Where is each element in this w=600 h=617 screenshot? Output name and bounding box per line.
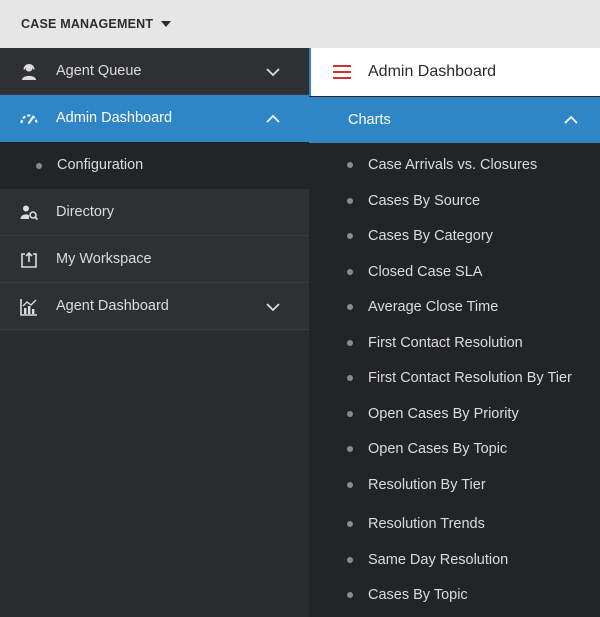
chart-item-label: Resolution Trends	[368, 516, 485, 532]
app-switcher[interactable]: CASE MANAGEMENT	[21, 16, 172, 32]
caret-down-icon	[161, 21, 172, 27]
chart-item-label: First Contact Resolution By Tier	[368, 370, 572, 386]
chart-item-label: Closed Case SLA	[368, 263, 483, 280]
hamburger-menu-icon[interactable]	[333, 65, 351, 79]
sidebar-item-agent-queue[interactable]: Agent Queue	[0, 48, 309, 95]
bullet-icon	[36, 163, 42, 169]
chart-item-label: Resolution By Tier	[368, 476, 486, 493]
chart-item[interactable]: Closed Case SLA	[309, 258, 600, 288]
chart-item-label: Cases By Category	[368, 228, 493, 244]
chart-item-label: Case Arrivals vs. Closures	[368, 157, 538, 173]
sidebar-item-directory[interactable]: Directory	[0, 189, 309, 236]
sidebar-item-label: Agent Queue	[56, 63, 142, 79]
panel-header: Admin Dashboard	[309, 48, 600, 96]
chart-item-label: Open Cases By Topic	[368, 441, 508, 457]
chart-item[interactable]: Cases By Source	[309, 187, 600, 217]
chevron-up-icon	[266, 114, 280, 123]
chevron-up-icon	[564, 115, 578, 124]
bullet-icon	[347, 233, 353, 239]
chart-item-label: Cases By Source	[368, 192, 481, 209]
panel-title: Admin Dashboard	[368, 63, 497, 80]
chart-item[interactable]: First Contact Resolution By Tier	[309, 364, 600, 394]
chart-item-label: Average Close Time	[368, 299, 499, 315]
section-header-charts[interactable]: Charts	[309, 97, 600, 143]
workspace-icon	[21, 251, 37, 268]
app-title: CASE MANAGEMENT	[21, 17, 154, 31]
chart-item[interactable]: Cases By Topic	[309, 581, 600, 611]
sidebar-item-admin-dashboard[interactable]: Admin Dashboard	[0, 95, 309, 142]
sidebar-subitem-configuration[interactable]: Configuration	[0, 142, 309, 189]
chart-item[interactable]: Same Day Resolution	[309, 546, 600, 576]
analytics-icon	[20, 299, 37, 316]
speedometer-icon	[20, 114, 38, 124]
bullet-icon	[347, 375, 353, 381]
chart-item[interactable]: Resolution Trends	[309, 510, 600, 540]
bullet-icon	[347, 592, 353, 598]
agent-icon	[22, 64, 36, 80]
sidebar-item-label: Agent Dashboard	[56, 298, 169, 314]
person-search-icon	[20, 205, 39, 221]
bullet-icon	[347, 521, 353, 527]
sidebar: Agent Queue Admin Dashboard Configuratio…	[0, 48, 309, 617]
sidebar-item-label: Admin Dashboard	[56, 110, 173, 126]
chart-item[interactable]: Average Close Time	[309, 293, 600, 323]
chart-item[interactable]: Resolution By Tier	[309, 471, 600, 501]
bullet-icon	[347, 339, 353, 346]
sidebar-subitem-label: Configuration	[57, 157, 144, 173]
chart-item[interactable]: Cases By Category	[309, 222, 600, 252]
chevron-down-icon	[266, 303, 280, 312]
bullet-icon	[347, 162, 353, 168]
sidebar-item-label: My Workspace	[56, 251, 152, 267]
bullet-icon	[347, 268, 353, 275]
sidebar-item-my-workspace[interactable]: My Workspace	[0, 236, 309, 283]
chart-item-label: Same Day Resolution	[368, 551, 509, 568]
bullet-icon	[347, 556, 353, 563]
chart-item-label: First Contact Resolution	[368, 334, 523, 351]
chart-item-label: Open Cases By Priority	[368, 405, 519, 422]
chart-item[interactable]: Open Cases By Topic	[309, 435, 600, 465]
bullet-icon	[347, 197, 353, 204]
chart-item[interactable]: Case Arrivals vs. Closures	[309, 151, 600, 181]
chart-item[interactable]: First Contact Resolution	[309, 329, 600, 359]
section-label: Charts	[348, 112, 391, 128]
bullet-icon	[347, 304, 353, 310]
top-bar: CASE MANAGEMENT	[0, 0, 600, 48]
sidebar-item-label: Directory	[56, 204, 115, 220]
bullet-icon	[347, 446, 353, 452]
chart-item[interactable]: Open Cases By Priority	[309, 400, 600, 430]
chevron-down-icon	[266, 68, 280, 77]
bullet-icon	[347, 410, 353, 417]
chart-item-label: Cases By Topic	[368, 587, 468, 603]
sidebar-item-agent-dashboard[interactable]: Agent Dashboard	[0, 283, 309, 330]
admin-dashboard-panel: Admin Dashboard Charts Case Arrivals vs.…	[309, 48, 600, 617]
bullet-icon	[347, 481, 353, 488]
